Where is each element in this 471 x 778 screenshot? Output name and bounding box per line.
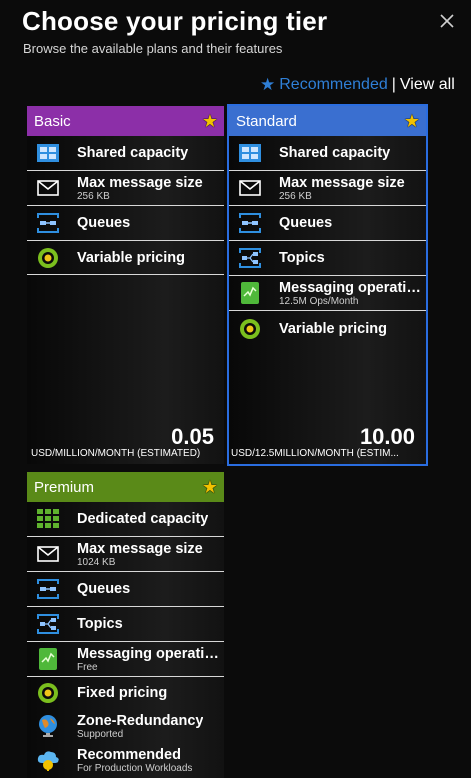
feature-row: Shared capacity [229, 136, 426, 171]
shared-capacity-icon [238, 141, 262, 165]
feature-title: Recommended [77, 746, 181, 763]
feature-row: Dedicated capacity [27, 502, 224, 537]
star-icon: ★ [201, 111, 218, 131]
tier-price: 10.00 [359, 424, 415, 449]
topics-icon [238, 246, 262, 270]
filter-links: ★ Recommended | View all [260, 75, 455, 95]
feature-title: Messaging operatio... [279, 279, 425, 296]
feature-row: Max message size 1024 KB [27, 537, 224, 572]
topics-icon [36, 612, 60, 636]
envelope-icon [36, 542, 60, 566]
feature-title: Queues [279, 215, 333, 231]
feature-row: Zone-Redundancy Supported [27, 709, 224, 743]
price-unit: USD/MILLION/MONTH (ESTIMATED) [31, 448, 201, 459]
feature-title: Max message size [279, 174, 405, 191]
feature-detail: 12.5M Ops/Month [279, 295, 359, 307]
feature-row: Topics [229, 241, 426, 276]
feature-title: Shared capacity [77, 145, 189, 161]
feature-title: Topics [77, 616, 123, 632]
star-icon: ★ [403, 111, 420, 131]
cloud-recommended-icon [36, 748, 60, 772]
feature-row: Max message size 256 KB [27, 171, 224, 206]
feature-title: Shared capacity [279, 145, 391, 161]
messaging-operations-icon [36, 647, 60, 671]
feature-title: Queues [77, 215, 131, 231]
fixed-pricing-icon [36, 681, 60, 705]
tier-header: Standard ★ [229, 106, 426, 136]
tier-card-premium[interactable]: Premium ★ Dedicated capacity Max message… [27, 472, 224, 778]
feature-row: Topics [27, 607, 224, 642]
page-title: Choose your pricing tier [22, 6, 328, 36]
feature-title: Topics [279, 250, 325, 266]
queues-icon [36, 211, 60, 235]
price-unit: USD/12.5MILLION/MONTH (ESTIM... [231, 448, 399, 459]
feature-detail: 256 KB [77, 190, 110, 202]
variable-pricing-icon [36, 246, 60, 270]
feature-row: Max message size 256 KB [229, 171, 426, 206]
feature-detail: 1024 KB [77, 556, 116, 568]
feature-row: Variable pricing [27, 241, 224, 275]
feature-row: Queues [229, 206, 426, 241]
tier-header: Premium ★ [27, 472, 224, 502]
queues-icon [238, 211, 262, 235]
messaging-operations-icon [238, 281, 262, 305]
tier-price: 0.05 [171, 424, 214, 449]
link-separator: | [391, 76, 396, 93]
feature-title: Max message size [77, 540, 203, 557]
page-subtitle: Browse the available plans and their fea… [23, 41, 283, 56]
feature-detail: For Production Workloads [77, 762, 193, 774]
tier-name: Standard [236, 112, 297, 130]
star-icon: ★ [260, 75, 276, 94]
feature-detail: 256 KB [279, 190, 312, 202]
star-icon: ★ [201, 477, 218, 497]
feature-row: Shared capacity [27, 136, 224, 171]
feature-row: Queues [27, 206, 224, 241]
feature-title: Queues [77, 581, 131, 597]
queues-icon [36, 577, 60, 601]
feature-row: Messaging operatio... Free [27, 642, 224, 677]
shared-capacity-icon [36, 141, 60, 165]
feature-title: Fixed pricing [77, 685, 168, 701]
close-button[interactable] [436, 10, 458, 32]
feature-title: Max message size [77, 174, 203, 191]
close-icon[interactable] [436, 10, 458, 32]
recommended-link[interactable]: Recommended [279, 76, 388, 94]
feature-title: Zone-Redundancy [77, 712, 204, 729]
tier-name: Premium [34, 478, 95, 496]
feature-row: Variable pricing [229, 311, 426, 346]
globe-icon [36, 714, 60, 738]
feature-detail: Free [77, 661, 98, 673]
envelope-icon [238, 176, 262, 200]
tier-card-basic[interactable]: Basic ★ Shared capacity Max message size… [27, 106, 224, 464]
feature-row: Queues [27, 572, 224, 607]
tier-header: Basic ★ [27, 106, 224, 136]
feature-title: Dedicated capacity [77, 511, 209, 527]
view-all-link[interactable]: View all [400, 76, 455, 94]
dedicated-capacity-icon [36, 507, 60, 531]
feature-detail: Supported [77, 728, 124, 740]
feature-row: Fixed pricing [27, 677, 224, 709]
feature-title: Messaging operatio... [77, 645, 223, 662]
feature-title: Variable pricing [279, 320, 387, 337]
variable-pricing-icon [238, 317, 262, 341]
tier-name: Basic [34, 112, 71, 130]
envelope-icon [36, 176, 60, 200]
feature-row: Recommended For Production Workloads [27, 743, 224, 777]
tier-card-standard[interactable]: Standard ★ Shared capacity Max message s… [227, 104, 428, 466]
feature-row: Messaging operatio... 12.5M Ops/Month [229, 276, 426, 311]
feature-title: Variable pricing [77, 249, 185, 266]
